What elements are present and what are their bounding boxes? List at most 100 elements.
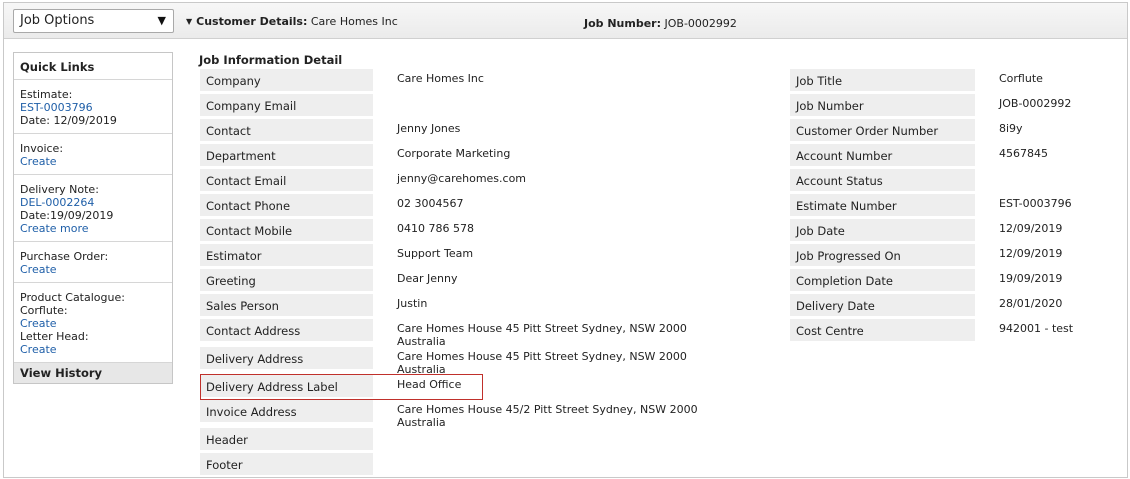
field-value-line: Justin bbox=[397, 297, 428, 310]
quick-links-estimate: Estimate: EST-0003796 Date: 12/09/2019 bbox=[14, 80, 172, 134]
job-number-label: Job Number: bbox=[584, 17, 662, 30]
field-value-line: Australia bbox=[397, 335, 446, 348]
field-label-company-email: Company Email bbox=[200, 94, 373, 116]
purchase-order-label: Purchase Order: bbox=[20, 250, 109, 263]
catalogue-corflute-create-link[interactable]: Create bbox=[20, 317, 166, 330]
customer-details-value: Care Homes Inc bbox=[310, 15, 398, 28]
field-value-cost-centre: 942001 - test bbox=[999, 322, 1074, 335]
invoice-label: Invoice: bbox=[20, 142, 64, 155]
field-label-department: Department bbox=[200, 144, 373, 166]
field-label-contact: Contact bbox=[200, 119, 373, 141]
delivery-note-link[interactable]: DEL-0002264 bbox=[20, 196, 166, 209]
field-value-line: jenny@carehomes.com bbox=[397, 172, 527, 185]
field-value-invoice-address: Care Homes House 45/2 Pitt Street Sydney… bbox=[397, 403, 737, 429]
estimate-label: Estimate: bbox=[20, 88, 73, 101]
field-label-job-date: Job Date bbox=[790, 219, 975, 241]
field-value-line: 0410 786 578 bbox=[397, 222, 474, 235]
quick-links-product-catalogue: Product Catalogue: Corflute: Create Lett… bbox=[14, 283, 172, 363]
field-label-delivery-address-label: Delivery Address Label bbox=[200, 375, 373, 397]
purchase-order-create-link[interactable]: Create bbox=[20, 263, 166, 276]
field-label-cost-centre: Cost Centre bbox=[790, 319, 975, 341]
field-value-customer-order-number: 8i9y bbox=[999, 122, 1023, 135]
section-title: Job Information Detail bbox=[199, 53, 343, 67]
field-value-line: Jenny Jones bbox=[397, 122, 461, 135]
field-value-line: Care Homes House 45 Pitt Street Sydney, … bbox=[397, 350, 687, 363]
product-catalogue-label: Product Catalogue: bbox=[20, 291, 125, 304]
field-label-account-status: Account Status bbox=[790, 169, 975, 191]
job-number-header: Job Number: JOB-0002992 bbox=[584, 17, 737, 30]
collapse-triangle-icon: ▼ bbox=[186, 17, 193, 26]
field-value-line: Care Homes House 45/2 Pitt Street Sydney… bbox=[397, 403, 698, 416]
field-value-completion-date: 19/09/2019 bbox=[999, 272, 1063, 285]
quick-links-delivery: Delivery Note: DEL-0002264 Date:19/09/20… bbox=[14, 175, 172, 242]
field-value-job-title: Corflute bbox=[999, 72, 1043, 85]
field-label-contact-mobile: Contact Mobile bbox=[200, 219, 373, 241]
field-label-contact-address: Contact Address bbox=[200, 319, 373, 341]
field-label-job-progressed-on: Job Progressed On bbox=[790, 244, 975, 266]
field-value-line: Australia bbox=[397, 416, 446, 429]
field-label-job-title: Job Title bbox=[790, 69, 975, 91]
field-value-contact-phone: 02 3004567 bbox=[397, 197, 737, 210]
field-value-line: Australia bbox=[397, 363, 446, 376]
field-value-contact-mobile: 0410 786 578 bbox=[397, 222, 737, 235]
field-value-delivery-address-label: Head Office bbox=[397, 378, 737, 391]
job-options-label: Job Options bbox=[20, 13, 95, 28]
quick-links-invoice: Invoice: Create bbox=[14, 134, 172, 175]
delivery-create-more-link[interactable]: Create more bbox=[20, 222, 166, 235]
catalogue-letterhead-create-link[interactable]: Create bbox=[20, 343, 166, 356]
field-label-completion-date: Completion Date bbox=[790, 269, 975, 291]
field-value-line: Dear Jenny bbox=[397, 272, 458, 285]
field-label-footer: Footer bbox=[200, 453, 373, 475]
field-value-contact: Jenny Jones bbox=[397, 122, 737, 135]
invoice-create-link[interactable]: Create bbox=[20, 155, 166, 168]
delivery-note-label: Delivery Note: bbox=[20, 183, 99, 196]
field-label-greeting: Greeting bbox=[200, 269, 373, 291]
field-label-job-number: Job Number bbox=[790, 94, 975, 116]
field-value-line: Care Homes Inc bbox=[397, 72, 484, 85]
field-value-job-progressed-on: 12/09/2019 bbox=[999, 247, 1063, 260]
field-label-customer-order-number: Customer Order Number bbox=[790, 119, 975, 141]
top-toolbar: Job Options ▼ ▼ Customer Details: Care Ho… bbox=[4, 3, 1127, 39]
field-label-delivery-date: Delivery Date bbox=[790, 294, 975, 316]
job-options-dropdown[interactable]: Job Options ▼ bbox=[13, 9, 174, 33]
job-details-panel: Job Options ▼ ▼ Customer Details: Care Ho… bbox=[3, 2, 1128, 478]
field-value-estimate-number: EST-0003796 bbox=[999, 197, 1072, 210]
field-value-line: Support Team bbox=[397, 247, 474, 260]
field-label-estimate-number: Estimate Number bbox=[790, 194, 975, 216]
estimate-link[interactable]: EST-0003796 bbox=[20, 101, 166, 114]
field-value-contact-email: jenny@carehomes.com bbox=[397, 172, 737, 185]
quick-links-panel: Quick Links Estimate: EST-0003796 Date: … bbox=[13, 52, 173, 384]
field-value-line: Head Office bbox=[397, 378, 462, 391]
quick-links-title: Quick Links bbox=[14, 53, 172, 80]
catalogue-corflute-label: Corflute: bbox=[20, 304, 68, 317]
customer-details-toggle[interactable]: ▼ Customer Details: Care Homes Inc bbox=[186, 15, 398, 28]
field-value-department: Corporate Marketing bbox=[397, 147, 737, 160]
delivery-note-date: Date:19/09/2019 bbox=[20, 209, 114, 222]
field-label-estimator: Estimator bbox=[200, 244, 373, 266]
quick-links-purchase-order: Purchase Order: Create bbox=[14, 242, 172, 283]
field-label-invoice-address: Invoice Address bbox=[200, 400, 373, 422]
field-value-company: Care Homes Inc bbox=[397, 72, 737, 85]
field-value-job-date: 12/09/2019 bbox=[999, 222, 1063, 235]
field-value-estimator: Support Team bbox=[397, 247, 737, 260]
catalogue-letterhead-label: Letter Head: bbox=[20, 330, 89, 343]
chevron-down-icon: ▼ bbox=[157, 14, 166, 27]
field-label-sales-person: Sales Person bbox=[200, 294, 373, 316]
field-value-line: Care Homes House 45 Pitt Street Sydney, … bbox=[397, 322, 687, 335]
field-label-header: Header bbox=[200, 428, 373, 450]
field-value-delivery-address: Care Homes House 45 Pitt Street Sydney, … bbox=[397, 350, 737, 376]
field-label-delivery-address: Delivery Address bbox=[200, 347, 373, 369]
field-value-contact-address: Care Homes House 45 Pitt Street Sydney, … bbox=[397, 322, 737, 348]
view-history-link[interactable]: View History bbox=[14, 363, 172, 383]
field-value-job-number: JOB-0002992 bbox=[999, 97, 1072, 110]
field-label-contact-phone: Contact Phone bbox=[200, 194, 373, 216]
field-value-delivery-date: 28/01/2020 bbox=[999, 297, 1063, 310]
field-value-line: 02 3004567 bbox=[397, 197, 464, 210]
field-value-line: Corporate Marketing bbox=[397, 147, 511, 160]
job-number-value: JOB-0002992 bbox=[664, 17, 737, 30]
field-value-sales-person: Justin bbox=[397, 297, 737, 310]
field-label-contact-email: Contact Email bbox=[200, 169, 373, 191]
field-value-account-number: 4567845 bbox=[999, 147, 1048, 160]
estimate-date: Date: 12/09/2019 bbox=[20, 114, 117, 127]
field-label-account-number: Account Number bbox=[790, 144, 975, 166]
